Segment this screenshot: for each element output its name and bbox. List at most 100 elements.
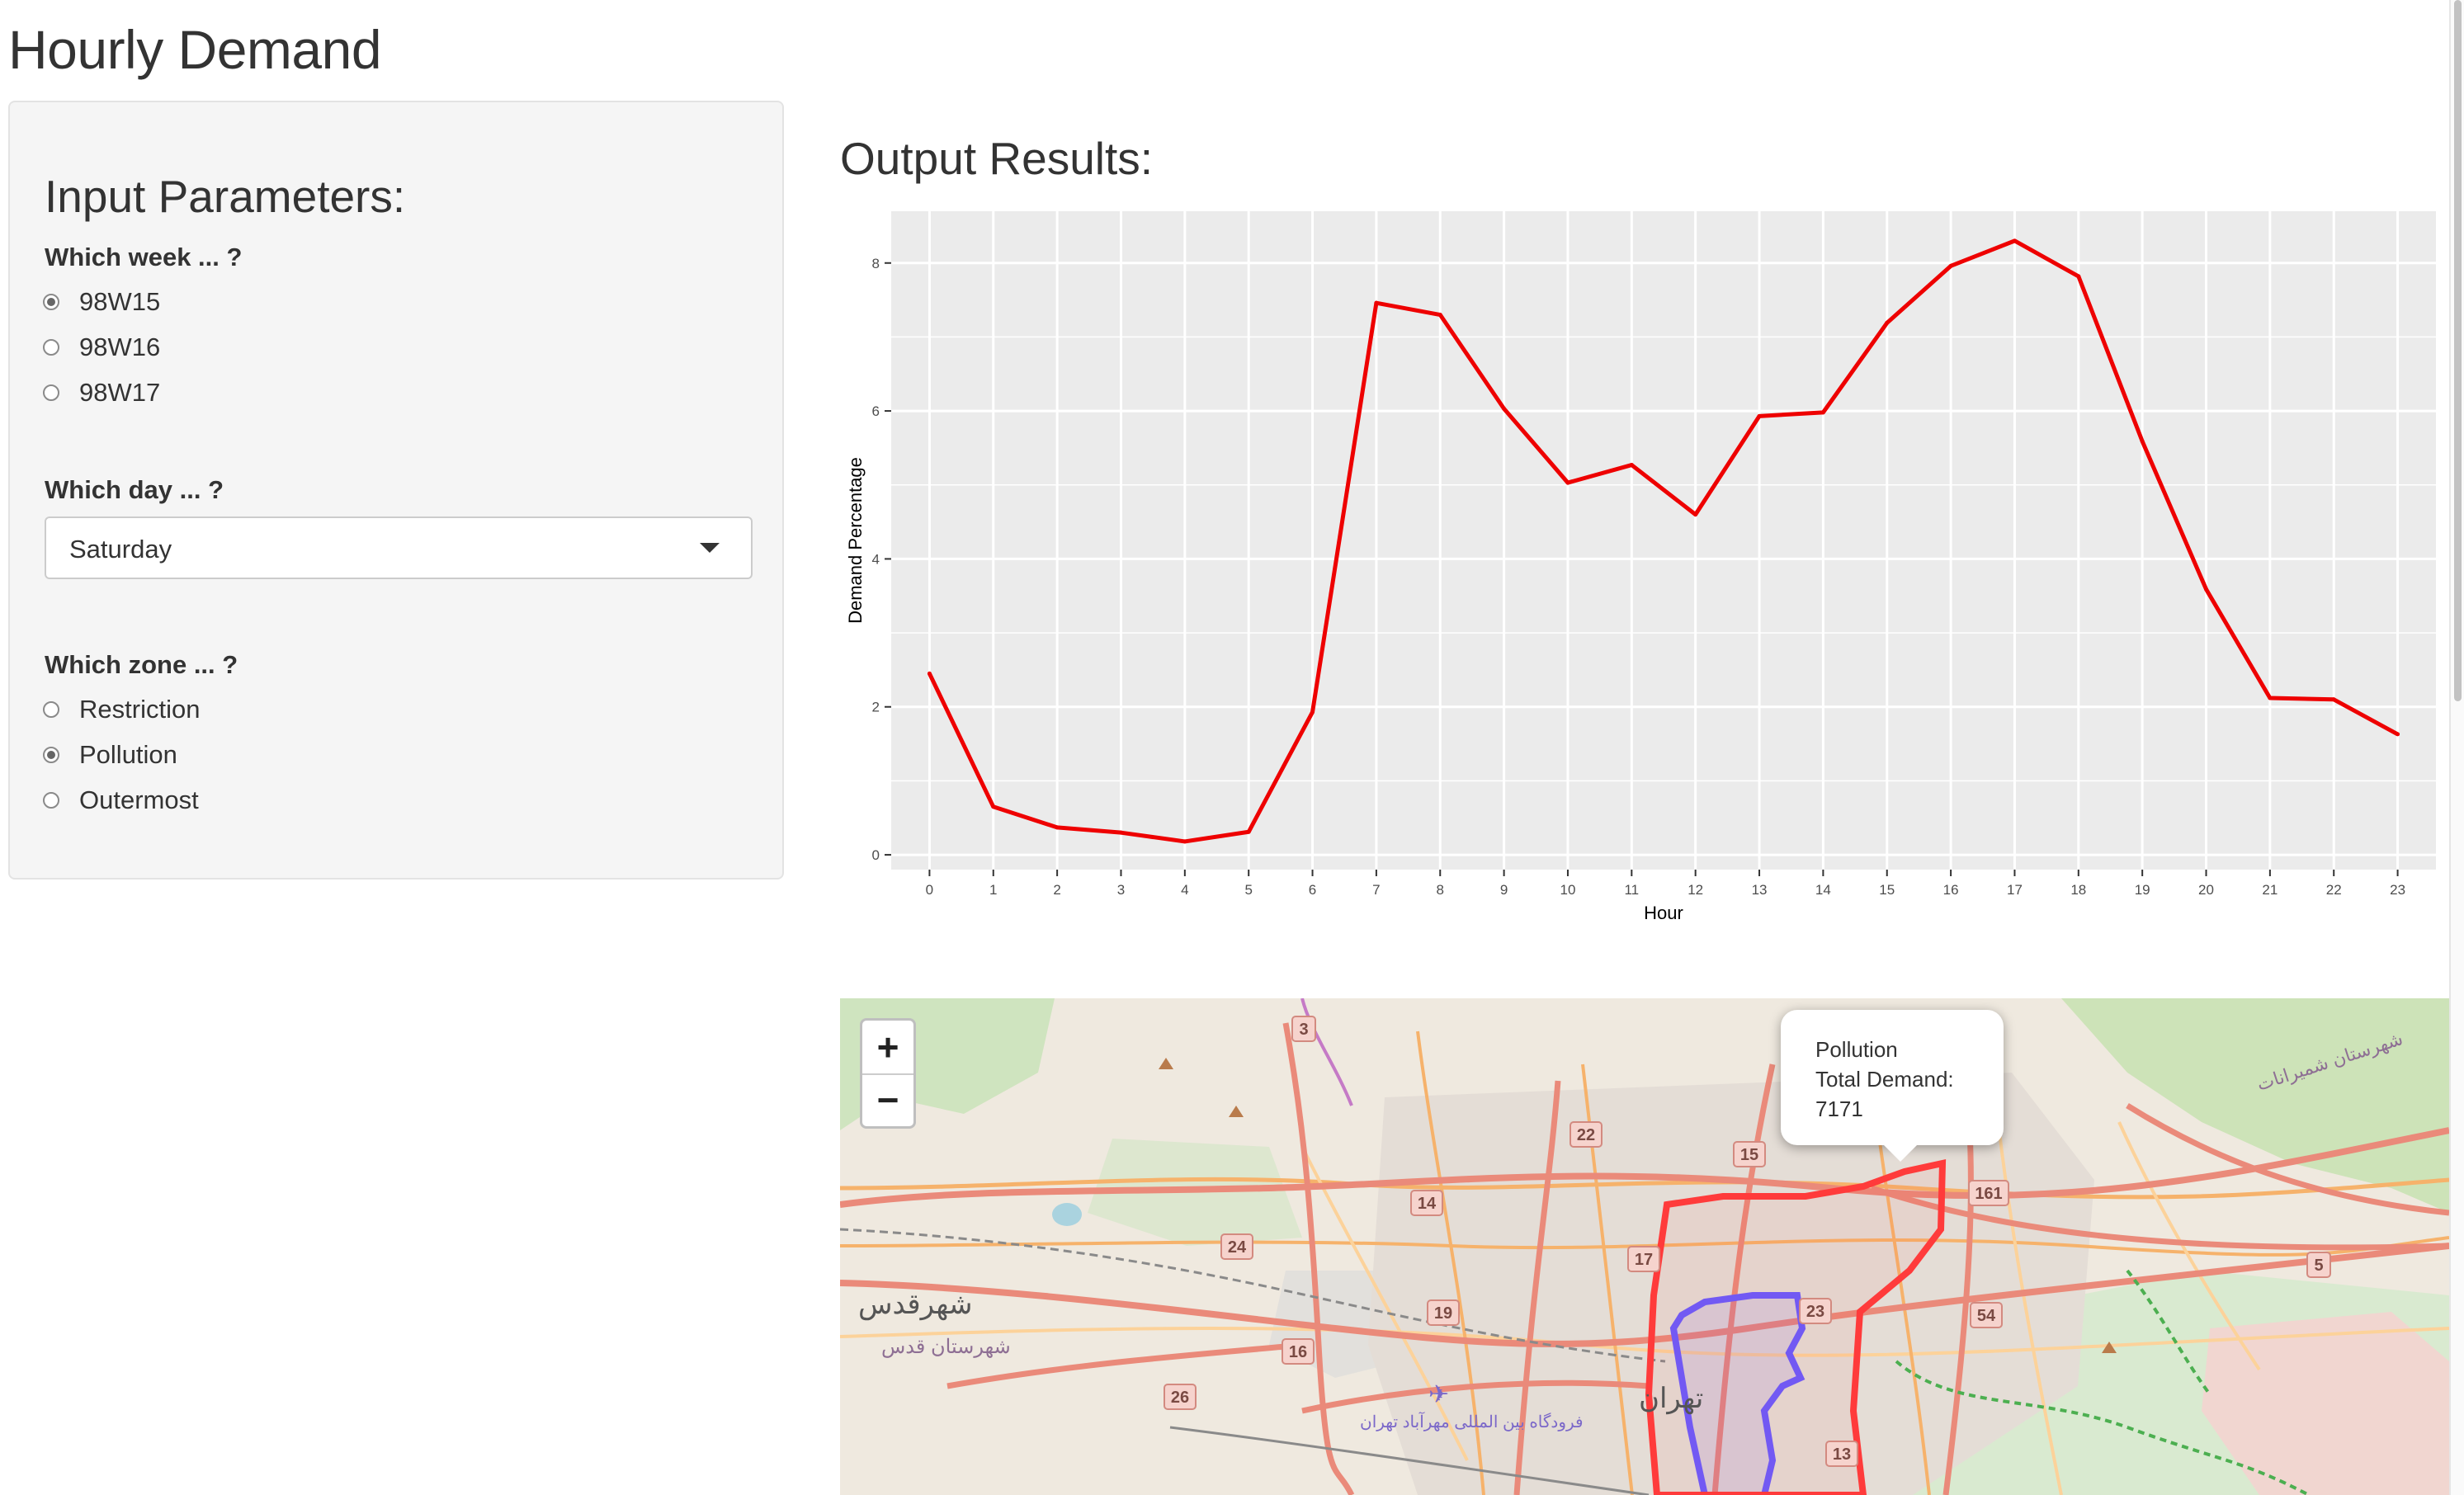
scrollbar-thumb[interactable] (2454, 0, 2462, 701)
lake (1052, 1203, 1082, 1226)
popup-demand-value: 7171 (1815, 1096, 1863, 1121)
highway-shield-label: 3 (1299, 1021, 1308, 1039)
highway-shield-label: 14 (1418, 1195, 1437, 1213)
data-point (1502, 406, 1507, 411)
highway-shield: 16 (1282, 1338, 1315, 1365)
zone-option-restriction[interactable]: Restriction (43, 691, 200, 728)
x-tick-label: 18 (2070, 882, 2086, 898)
x-tick-label: 19 (2135, 882, 2150, 898)
week-option-label: 98W17 (79, 378, 161, 407)
x-tick-label: 22 (2326, 882, 2342, 898)
x-tick-label: 2 (1053, 882, 1060, 898)
highway-shield-label: 13 (1833, 1445, 1851, 1464)
data-point (2268, 696, 2273, 700)
map-zoom-control[interactable]: + − (860, 1018, 916, 1129)
week-option-98w16[interactable]: 98W16 (43, 329, 160, 365)
radio-selected-icon[interactable] (43, 294, 59, 310)
highway-shield-label: 22 (1577, 1126, 1595, 1144)
data-point (2396, 732, 2400, 737)
zone-popup: Pollution Total Demand: 7171 (1781, 1010, 2004, 1162)
zone-option-label: Pollution (79, 740, 177, 769)
zone-group-label: Which zone ... ? (45, 650, 238, 679)
x-tick-label: 23 (2390, 882, 2405, 898)
data-point (1374, 300, 1379, 305)
week-option-label: 98W16 (79, 332, 161, 361)
data-point (2140, 439, 2145, 444)
data-point (1182, 839, 1187, 844)
zone-option-pollution[interactable]: Pollution (43, 737, 177, 773)
input-parameters-panel: Input Parameters: Which week ... ? 98W15… (8, 101, 784, 880)
week-option-98w17[interactable]: 98W17 (43, 375, 160, 411)
data-point (1437, 313, 1442, 318)
highway-shield: 23 (1799, 1298, 1832, 1324)
x-tick-label: 9 (1500, 882, 1508, 898)
highway-shield-label: 24 (1228, 1238, 1247, 1257)
radio-unselected-icon[interactable] (43, 339, 59, 356)
map-tiles[interactable]: 3 22 15 161 14 24 17 23 54 5 19 16 26 13 ✈ شهرقدس شهر… (840, 998, 2449, 1495)
data-point (2076, 274, 2081, 279)
highway-shield-label: 16 (1289, 1343, 1307, 1361)
x-tick-label: 13 (1752, 882, 1768, 898)
page-scrollbar[interactable] (2449, 0, 2464, 1495)
place-label-west-county: شهرستان قدس (881, 1336, 1011, 1358)
popup-demand-label: Total Demand: (1815, 1067, 1954, 1092)
highway-shield: 24 (1220, 1233, 1253, 1260)
highway-shield-label: 23 (1806, 1303, 1824, 1321)
day-select[interactable]: Saturday (45, 516, 753, 579)
zone-option-outermost[interactable]: Outermost (43, 782, 199, 818)
radio-selected-icon[interactable] (43, 747, 59, 763)
data-point (2012, 238, 2017, 243)
highway-shield-label: 54 (1977, 1307, 1996, 1325)
radio-unselected-icon[interactable] (43, 384, 59, 401)
highway-shield: 3 (1291, 1016, 1316, 1042)
data-point (1885, 320, 1890, 325)
highway-shield: 161 (1968, 1180, 2009, 1206)
highway-shield-label: 161 (1975, 1185, 2002, 1203)
input-parameters-heading: Input Parameters: (45, 171, 406, 222)
y-tick-label: 4 (872, 551, 880, 567)
zoom-in-button[interactable]: + (862, 1021, 913, 1075)
data-point (1246, 829, 1251, 834)
popup-zone-name: Pollution (1815, 1037, 1898, 1062)
data-point (1055, 825, 1060, 830)
demand-line-chart: 024680 1 2 3 4 5 6 7 8 9 10 11 12 13 14 15 16 17 18 19 20 21 2… (845, 211, 2436, 923)
day-group-label: Which day ... ? (45, 475, 224, 504)
x-tick-label: 6 (1309, 882, 1316, 898)
zoom-out-button[interactable]: − (862, 1073, 913, 1126)
radio-unselected-icon[interactable] (43, 792, 59, 809)
y-tick-label: 8 (872, 256, 880, 271)
x-tick-label: 15 (1879, 882, 1895, 898)
place-label-center-city: تهران (1639, 1383, 1703, 1415)
data-point (1118, 830, 1123, 835)
radio-unselected-icon[interactable] (43, 701, 59, 718)
page-title: Hourly Demand (8, 19, 382, 80)
week-option-98w15[interactable]: 98W15 (43, 284, 160, 320)
data-point (1693, 512, 1698, 517)
data-point (1565, 480, 1570, 485)
x-tick-label: 12 (1688, 882, 1703, 898)
y-axis-label: Demand Percentage (845, 457, 866, 624)
airport-icon: ✈ (1428, 1381, 1449, 1408)
zone-map[interactable]: 3 22 15 161 14 24 17 23 54 5 19 16 26 13 ✈ شهرقدس شهر… (840, 998, 2449, 1495)
x-tick-label: 10 (1560, 882, 1576, 898)
output-results-heading: Output Results: (840, 133, 1154, 184)
x-tick-label: 14 (1815, 882, 1831, 898)
data-point (1629, 463, 1634, 468)
x-tick-label: 17 (2007, 882, 2023, 898)
x-tick-label: 1 (989, 882, 997, 898)
y-tick-label: 0 (872, 847, 880, 863)
highway-shield: 5 (2306, 1252, 2331, 1278)
highway-shield: 22 (1570, 1121, 1603, 1148)
highway-shield: 14 (1410, 1190, 1443, 1216)
zone-option-label: Outermost (79, 785, 199, 814)
x-tick-label: 5 (1244, 882, 1252, 898)
highway-shield: 13 (1825, 1441, 1858, 1467)
x-axis-label: Hour (1644, 903, 1683, 923)
x-tick-label: 3 (1117, 882, 1125, 898)
x-tick-label: 11 (1624, 882, 1639, 898)
chevron-down-icon[interactable] (700, 543, 720, 553)
x-tick-label: 20 (2198, 882, 2214, 898)
data-point (2331, 697, 2336, 702)
week-group-label: Which week ... ? (45, 243, 243, 271)
x-tick-label: 0 (926, 882, 933, 898)
